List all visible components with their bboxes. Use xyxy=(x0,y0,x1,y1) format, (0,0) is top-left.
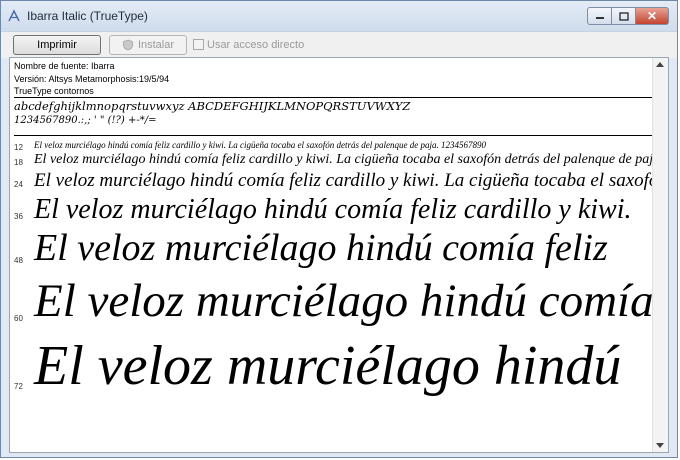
close-button[interactable]: ✕ xyxy=(635,7,669,25)
font-preview-pane[interactable]: Nombre de fuente: Ibarra Versión: Altsys… xyxy=(9,57,669,453)
minimize-button[interactable] xyxy=(587,7,611,25)
sample-text: El veloz murciélago hindú comía xyxy=(34,275,654,327)
scroll-up-icon[interactable] xyxy=(656,62,664,67)
sample-size-label: 18 xyxy=(14,158,23,167)
maximize-button[interactable] xyxy=(611,7,635,25)
sample-size-label: 60 xyxy=(14,314,23,323)
sample-size-label: 24 xyxy=(14,180,23,189)
window-controls: ✕ xyxy=(587,7,669,25)
divider xyxy=(14,97,654,98)
sample-size-label: 36 xyxy=(14,212,23,221)
scroll-down-icon[interactable] xyxy=(656,443,664,448)
numbers-line: 1234567890.:,; ' " (!?) +-*/= xyxy=(14,115,157,126)
font-file-icon xyxy=(8,9,20,22)
shortcut-checkbox[interactable] xyxy=(193,39,204,50)
sample-text: El veloz murciélago hindú comía feliz xyxy=(34,227,608,269)
minimize-icon xyxy=(595,17,604,19)
sample-area: Nombre de fuente: Ibarra Versión: Altsys… xyxy=(10,58,654,452)
sample-text: El veloz murciélago hindú comía feliz ca… xyxy=(34,140,487,150)
sample-text: El veloz murciélago hindú comía feliz ca… xyxy=(34,194,632,225)
sample-size-label: 72 xyxy=(14,382,23,391)
shortcut-checkbox-label: Usar acceso directo xyxy=(207,39,305,51)
font-viewer-window: Ibarra Italic (TrueType) ✕ Imprimir Inst… xyxy=(0,0,678,458)
maximize-icon xyxy=(618,11,629,21)
sample-text: El veloz murciélago hindú comía feliz ca… xyxy=(34,152,654,167)
shield-icon xyxy=(123,39,133,51)
font-name-line: Nombre de fuente: Ibarra xyxy=(14,61,115,71)
sample-text: El veloz murciélago hindú xyxy=(34,335,622,397)
install-button[interactable]: Instalar xyxy=(109,35,187,55)
print-button-label: Imprimir xyxy=(37,39,77,51)
toolbar: Imprimir Instalar Usar acceso directo xyxy=(1,31,677,58)
vertical-scrollbar[interactable] xyxy=(652,58,668,452)
sample-size-label: 48 xyxy=(14,256,23,265)
font-version-line: Versión: Altsys Metamorphosis:19/5/94 xyxy=(14,73,170,84)
font-info: Nombre de fuente: Ibarra Versión: Altsys… xyxy=(14,60,169,98)
close-icon: ✕ xyxy=(646,9,658,23)
font-type-line: TrueType contornos xyxy=(14,86,94,96)
window-title: Ibarra Italic (TrueType) xyxy=(27,9,148,23)
install-button-label: Instalar xyxy=(137,39,175,51)
sample-size-label: 12 xyxy=(14,143,23,152)
title-bar: Ibarra Italic (TrueType) ✕ xyxy=(1,1,677,31)
print-button[interactable]: Imprimir xyxy=(13,35,101,55)
sample-text: El veloz murciélago hindú comía feliz ca… xyxy=(34,170,654,191)
divider xyxy=(14,135,654,136)
alphabet-line: abcdefghijklmnopqrstuvwxyz ABCDEFGHIJKLM… xyxy=(14,99,411,113)
